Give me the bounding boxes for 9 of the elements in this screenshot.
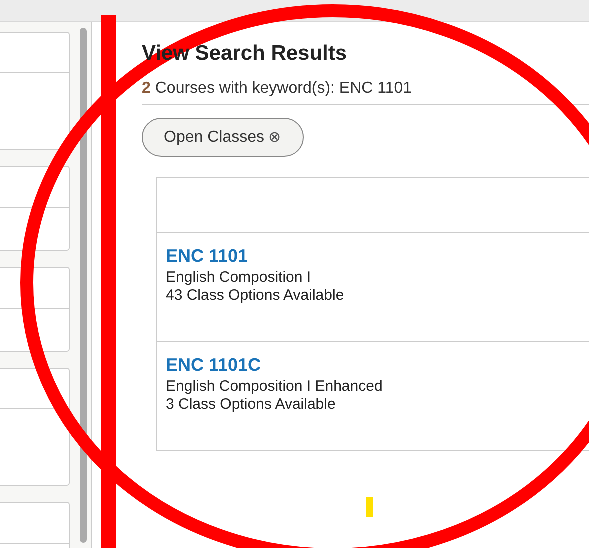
results-summary: 2 Courses with keyword(s): ENC 1101 [142,80,589,105]
course-link[interactable]: ENC 1101C [166,355,262,376]
course-title: English Composition I [166,269,312,287]
course-link[interactable]: ENC 1101 [166,246,248,267]
filter-chip[interactable]: Open Classes ⊗ [142,118,304,157]
class-options: 43 Class Options Available [166,287,580,305]
scrollbar[interactable] [80,28,87,543]
course-title: English Composition I Enhanced [166,378,384,396]
class-options: 3 Class Options Available [166,396,580,414]
